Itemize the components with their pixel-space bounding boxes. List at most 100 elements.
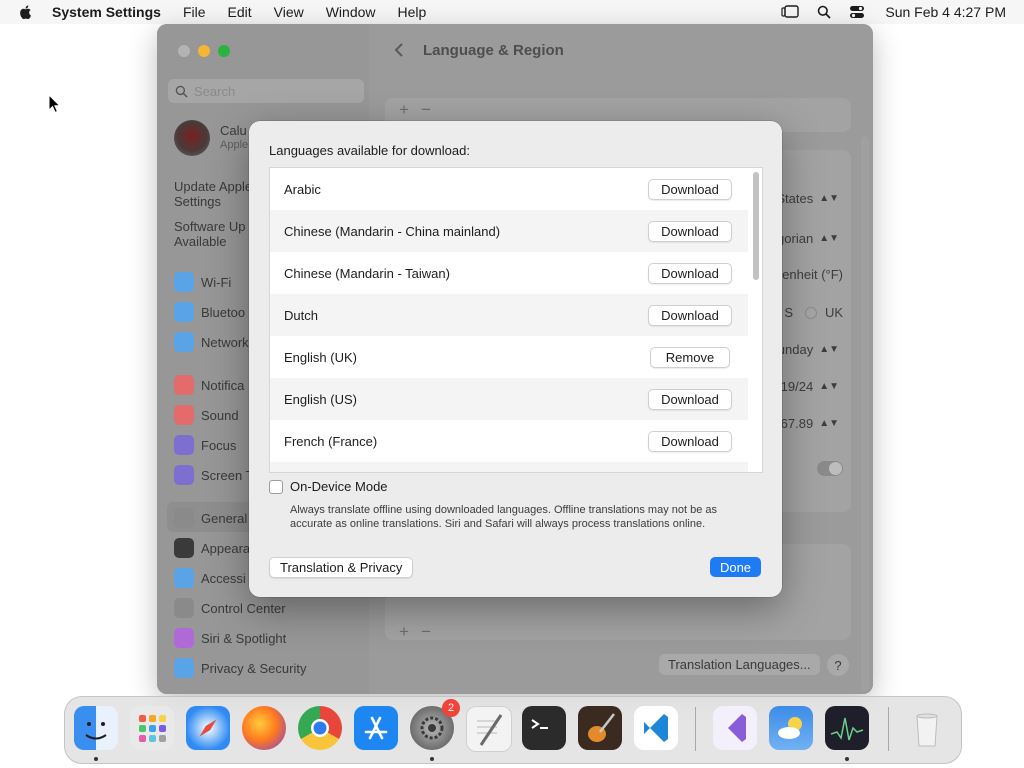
- done-button[interactable]: Done: [710, 557, 761, 577]
- language-list[interactable]: Arabic Download Chinese (Mandarin - Chin…: [269, 167, 763, 473]
- remove-button[interactable]: Remove: [650, 347, 730, 368]
- account-name: Calu: [220, 123, 247, 138]
- stage-manager-icon[interactable]: [781, 5, 800, 19]
- dock-separator: [695, 707, 696, 751]
- gear-icon: [174, 508, 194, 528]
- translation-languages-button[interactable]: Translation Languages...: [659, 654, 820, 675]
- sidebar-item-privacy-security[interactable]: Privacy & Security: [174, 657, 306, 679]
- menu-help[interactable]: Help: [398, 4, 427, 20]
- sidebar-item-label: Network: [201, 334, 249, 350]
- temperature-select[interactable]: enheit (°F): [782, 267, 843, 282]
- region-select[interactable]: States ▲▼: [776, 191, 839, 206]
- firefox-icon[interactable]: [242, 706, 286, 750]
- sidebar-item-notifications[interactable]: Notifica: [174, 374, 244, 396]
- translation-privacy-button[interactable]: Translation & Privacy: [269, 557, 414, 578]
- list-item: English (US) Download: [270, 378, 748, 420]
- stepper-chevron-icon: ▲▼: [819, 344, 839, 355]
- mouse-pointer-icon: [48, 94, 62, 114]
- menu-clock[interactable]: Sun Feb 4 4:27 PM: [885, 4, 1006, 20]
- help-button[interactable]: ?: [827, 654, 849, 676]
- sidebar-item-network[interactable]: Network: [174, 331, 249, 353]
- sidebar-search-field[interactable]: Search: [168, 79, 364, 103]
- add-language-button[interactable]: +: [399, 100, 409, 120]
- trash-icon[interactable]: [905, 706, 949, 750]
- measurement-option-uk[interactable]: UK: [804, 305, 843, 320]
- remove-app-button[interactable]: −: [421, 622, 431, 642]
- dock: 2: [64, 696, 962, 764]
- running-indicator: [430, 757, 434, 761]
- add-app-button[interactable]: +: [399, 622, 409, 642]
- textedit-icon[interactable]: [466, 706, 512, 752]
- download-button[interactable]: Download: [648, 221, 732, 242]
- menu-file[interactable]: File: [183, 4, 206, 20]
- sidebar-item-wifi[interactable]: Wi-Fi: [174, 271, 231, 293]
- sidebar-item-label: Notifica: [201, 377, 245, 393]
- menu-edit[interactable]: Edit: [228, 4, 252, 20]
- finder-icon[interactable]: [74, 706, 118, 750]
- dock-separator: [888, 707, 889, 751]
- page-title: Language & Region: [423, 42, 564, 59]
- sidebar-item-accessibility[interactable]: Accessi: [174, 567, 246, 589]
- appearance-icon: [174, 538, 194, 558]
- measurement-option-us[interactable]: S: [784, 305, 793, 320]
- chrome-icon[interactable]: [298, 706, 342, 750]
- avatar: [174, 120, 210, 156]
- notifications-icon: [174, 375, 194, 395]
- launchpad-icon[interactable]: [130, 706, 174, 750]
- sidebar-item-general[interactable]: General: [174, 507, 247, 529]
- hand-icon: [174, 658, 194, 678]
- vscode-icon[interactable]: [634, 706, 678, 750]
- update-apple-settings-note[interactable]: Update Apple Settings: [174, 179, 252, 209]
- control-center-icon: [174, 598, 194, 618]
- sidebar-item-sound[interactable]: Sound: [174, 404, 239, 426]
- safari-icon[interactable]: [186, 706, 230, 750]
- close-window-button[interactable]: [178, 45, 190, 57]
- sidebar-item-label: Bluetoo: [201, 304, 246, 320]
- app-store-icon[interactable]: [354, 706, 398, 750]
- minimize-window-button[interactable]: [198, 45, 210, 57]
- back-chevron-icon[interactable]: [393, 42, 405, 58]
- screen-time-icon: [174, 465, 194, 485]
- menu-view[interactable]: View: [274, 4, 304, 20]
- spotlight-search-icon[interactable]: [817, 5, 831, 19]
- sidebar-item-siri-spotlight[interactable]: Siri & Spotlight: [174, 627, 286, 649]
- apple-account[interactable]: Calu Apple: [174, 120, 248, 156]
- sidebar-item-label: Privacy & Security: [201, 660, 307, 676]
- menu-app-name[interactable]: System Settings: [52, 4, 161, 20]
- on-device-mode-row[interactable]: On-Device Mode: [269, 479, 388, 494]
- download-button[interactable]: Download: [648, 179, 732, 200]
- language-name: English (UK): [284, 349, 357, 365]
- download-button[interactable]: Download: [648, 305, 732, 326]
- download-button[interactable]: Download: [648, 431, 732, 452]
- terminal-icon[interactable]: [522, 706, 566, 750]
- language-name: English (US): [284, 391, 357, 407]
- sidebar-item-control-center[interactable]: Control Center: [174, 597, 286, 619]
- weather-icon[interactable]: [769, 706, 813, 750]
- control-center-icon[interactable]: [849, 5, 865, 19]
- number-format-select[interactable]: 567.89 ▲▼: [773, 416, 839, 431]
- main-scrollbar[interactable]: [861, 136, 869, 691]
- list-scrollbar[interactable]: [753, 172, 759, 280]
- remove-language-button[interactable]: −: [421, 100, 431, 120]
- stepper-chevron-icon: ▲▼: [819, 381, 839, 392]
- language-name: Chinese (Mandarin - China mainland): [284, 223, 501, 239]
- date-format-select[interactable]: /19/24 ▲▼: [777, 379, 839, 394]
- account-subtitle: Apple: [220, 139, 249, 151]
- zoom-window-button[interactable]: [218, 45, 230, 57]
- on-device-mode-checkbox[interactable]: [269, 479, 283, 494]
- garageband-icon[interactable]: [578, 706, 622, 750]
- apple-menu-icon[interactable]: [18, 4, 34, 20]
- sidebar-item-bluetooth[interactable]: Bluetoo: [174, 301, 245, 323]
- activity-monitor-icon[interactable]: [825, 706, 869, 750]
- download-button[interactable]: Download: [648, 263, 732, 284]
- software-update-note[interactable]: Software Up Available: [174, 219, 246, 249]
- sidebar-item-screen-time[interactable]: Screen T: [174, 464, 254, 486]
- sidebar-item-label: Wi-Fi: [201, 274, 232, 290]
- menu-window[interactable]: Window: [326, 4, 376, 20]
- live-text-toggle[interactable]: [817, 461, 843, 476]
- download-button[interactable]: Download: [648, 389, 732, 410]
- visual-studio-icon[interactable]: [713, 706, 757, 750]
- list-item: French (France) Download: [270, 420, 748, 462]
- sidebar-item-focus[interactable]: Focus: [174, 434, 236, 456]
- sidebar-item-appearance[interactable]: Appeara: [174, 537, 250, 559]
